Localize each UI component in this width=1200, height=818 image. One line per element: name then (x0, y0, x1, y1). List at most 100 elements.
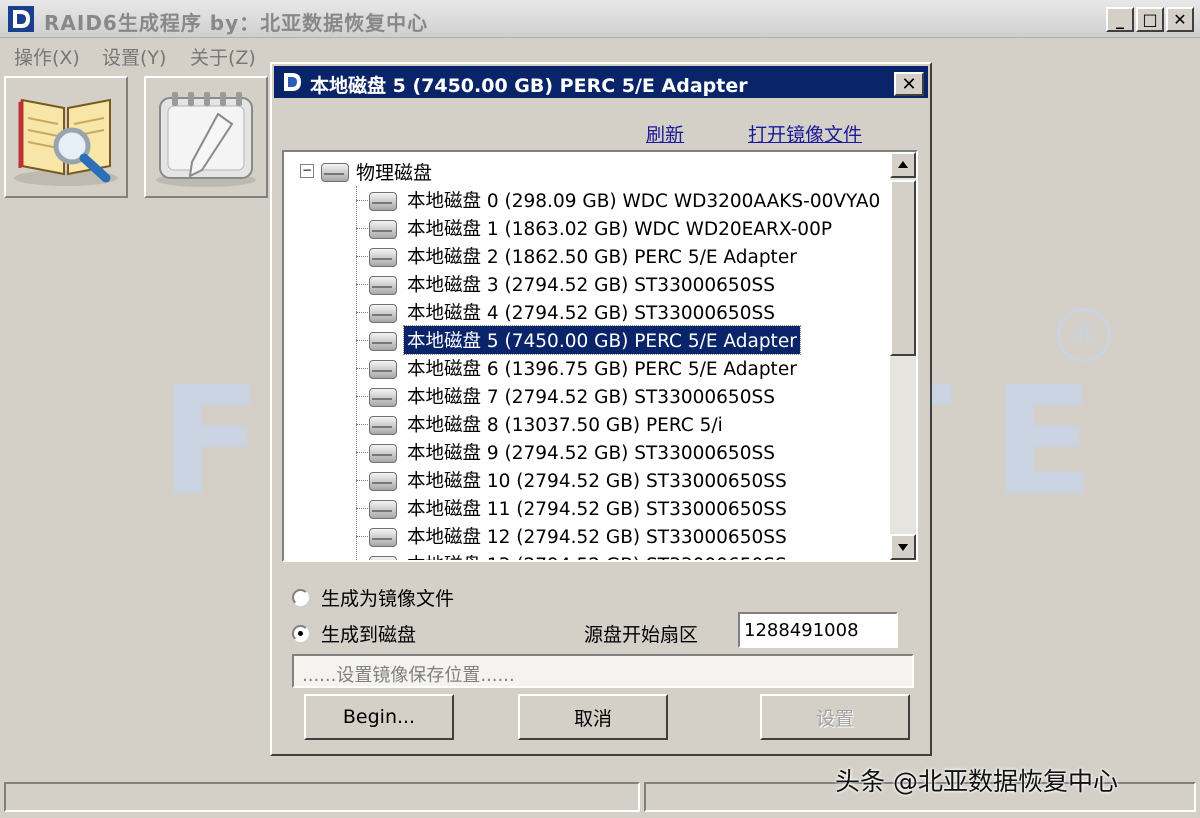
drive-icon (320, 160, 349, 182)
radio-to-disk[interactable] (292, 625, 309, 642)
main-title-bar: RAID6生成程序 by：北亚数据恢复中心 _ □ ✕ (0, 0, 1200, 38)
drive-icon (368, 525, 397, 547)
drive-icon (368, 189, 397, 211)
disk-tree-item-label: 本地磁盘 10 (2794.52 GB) ST33000650SS (407, 471, 787, 492)
disk-tree-item[interactable]: 本地磁盘 7 (2794.52 GB) ST33000650SS (356, 382, 778, 410)
registered-mark: ® (1057, 308, 1111, 362)
option-to-disk-label: 生成到磁盘 (321, 624, 417, 646)
tree-branch-line (356, 535, 368, 537)
option-image-file[interactable]: 生成为镜像文件 (292, 584, 454, 611)
drive-icon (368, 497, 397, 519)
disk-tree-item[interactable]: 本地磁盘 0 (298.09 GB) WDC WD3200AAKS-00VYA0 (356, 186, 883, 214)
source-start-sector-label: 源盘开始扇区 (584, 624, 699, 646)
disk-tree-item[interactable]: 本地磁盘 2 (1862.50 GB) PERC 5/E Adapter (356, 242, 800, 270)
tree-branch-line (356, 423, 368, 425)
refresh-link[interactable]: 刷新 (646, 120, 684, 147)
open-image-file-link[interactable]: 打开镜像文件 (748, 120, 862, 147)
open-book-search-button[interactable] (4, 76, 128, 198)
tree-root-label: 物理磁盘 (356, 161, 433, 184)
tree-branch-line (356, 479, 368, 481)
drive-icon (368, 301, 397, 323)
dialog-title-bar: 本地磁盘 5 (7450.00 GB) PERC 5/E Adapter ✕ (274, 66, 928, 98)
disk-tree-item[interactable]: 本地磁盘 4 (2794.52 GB) ST33000650SS (356, 298, 778, 326)
main-window-title: RAID6生成程序 by：北亚数据恢复中心 (44, 11, 429, 35)
menu-settings[interactable]: 设置(Y) (102, 43, 166, 70)
disk-tree-item-label: 本地磁盘 5 (7450.00 GB) PERC 5/E Adapter (403, 325, 801, 355)
tree-scrollbar[interactable] (890, 152, 916, 560)
arrow-up-icon (898, 161, 908, 168)
arrow-down-icon (898, 544, 908, 551)
disk-tree-item[interactable]: 本地磁盘 6 (1396.75 GB) PERC 5/E Adapter (356, 354, 800, 382)
dialog-logo-icon (280, 70, 304, 94)
drive-icon (368, 273, 397, 295)
notepad-edit-icon (156, 92, 256, 187)
disk-tree-item[interactable]: 本地磁盘 9 (2794.52 GB) ST33000650SS (356, 438, 778, 466)
scroll-up-button[interactable] (890, 152, 916, 178)
disk-tree-item-label: 本地磁盘 7 (2794.52 GB) ST33000650SS (407, 387, 775, 408)
tree-branch-line (356, 311, 368, 313)
disk-tree-item-label: 本地磁盘 9 (2794.52 GB) ST33000650SS (407, 443, 775, 464)
disk-tree-item[interactable]: 本地磁盘 3 (2794.52 GB) ST33000650SS (356, 270, 778, 298)
tree-branch-line (356, 339, 368, 341)
tree-branch-line (356, 227, 368, 229)
notepad-edit-button[interactable] (144, 76, 268, 198)
disk-tree-item[interactable]: 本地磁盘 10 (2794.52 GB) ST33000650SS (356, 466, 790, 494)
option-image-file-label: 生成为镜像文件 (321, 588, 455, 610)
save-location-field[interactable]: ......设置镜像保存位置...... (292, 654, 914, 688)
disk-tree-item-label: 本地磁盘 12 (2794.52 GB) ST33000650SS (407, 527, 787, 548)
disk-tree-item[interactable]: 本地磁盘 11 (2794.52 GB) ST33000650SS (356, 494, 790, 522)
drive-icon (368, 217, 397, 239)
scrollbar-thumb[interactable] (890, 180, 916, 356)
maximize-button[interactable]: □ (1136, 7, 1164, 32)
disk-select-dialog: 本地磁盘 5 (7450.00 GB) PERC 5/E Adapter ✕ 刷… (270, 62, 932, 756)
minimize-button[interactable]: _ (1106, 7, 1134, 32)
drive-icon (368, 413, 397, 435)
disk-tree-item[interactable]: 本地磁盘 8 (13037.50 GB) PERC 5/i (356, 410, 726, 438)
tree-branch-line (356, 367, 368, 369)
disk-tree-item-label: 本地磁盘 3 (2794.52 GB) ST33000650SS (407, 275, 775, 296)
radio-image-file[interactable] (292, 589, 309, 606)
source-start-sector-input[interactable] (738, 612, 898, 648)
dialog-close-button[interactable]: ✕ (894, 72, 924, 96)
disk-tree-item-label: 本地磁盘 1 (1863.02 GB) WDC WD20EARX-00P (407, 219, 832, 240)
settings-button[interactable]: 设置 (760, 694, 910, 740)
status-pane-1 (4, 782, 640, 812)
begin-button[interactable]: Begin... (304, 694, 454, 740)
disk-tree-item-label: 本地磁盘 11 (2794.52 GB) ST33000650SS (407, 499, 787, 520)
tree-branch-line (356, 451, 368, 453)
disk-tree-item[interactable]: 本地磁盘 1 (1863.02 GB) WDC WD20EARX-00P (356, 214, 835, 242)
disk-tree-item[interactable]: 本地磁盘 13 (2794.52 GB) ST33000650SS (356, 550, 790, 560)
drive-icon (368, 441, 397, 463)
menu-about[interactable]: 关于(Z) (190, 43, 256, 70)
open-book-search-icon (14, 98, 118, 186)
disk-tree-item[interactable]: 本地磁盘 5 (7450.00 GB) PERC 5/E Adapter (356, 325, 801, 355)
disk-tree[interactable]: − 物理磁盘 本地磁盘 0 (298.09 GB) WDC WD3200AAKS… (282, 150, 918, 562)
option-to-disk[interactable]: 生成到磁盘 (292, 620, 416, 647)
disk-tree-content: − 物理磁盘 本地磁盘 0 (298.09 GB) WDC WD3200AAKS… (284, 152, 888, 560)
drive-icon (368, 469, 397, 491)
drive-icon (368, 553, 397, 560)
tree-root[interactable]: − 物理磁盘 (300, 158, 432, 184)
app-logo-icon (8, 6, 34, 32)
collapse-icon[interactable]: − (300, 164, 314, 178)
dialog-title: 本地磁盘 5 (7450.00 GB) PERC 5/E Adapter (310, 75, 748, 97)
tree-branch-line (356, 199, 368, 201)
disk-tree-item-label: 本地磁盘 2 (1862.50 GB) PERC 5/E Adapter (407, 247, 797, 268)
drive-icon (368, 385, 397, 407)
scroll-down-button[interactable] (890, 534, 916, 560)
menu-operation[interactable]: 操作(X) (14, 43, 80, 70)
tree-branch-line (356, 507, 368, 509)
source-credit: 头条 @北亚数据恢复中心 (835, 767, 1118, 796)
disk-tree-item-label: 本地磁盘 4 (2794.52 GB) ST33000650SS (407, 303, 775, 324)
tree-branch-line (356, 395, 368, 397)
tree-branch-line (356, 255, 368, 257)
drive-icon (368, 357, 397, 379)
disk-tree-item[interactable]: 本地磁盘 12 (2794.52 GB) ST33000650SS (356, 522, 790, 550)
disk-tree-item-label: 本地磁盘 0 (298.09 GB) WDC WD3200AAKS-00VYA0 (407, 191, 881, 212)
disk-tree-item-label: 本地磁盘 13 (2794.52 GB) ST33000650SS (404, 550, 790, 560)
cancel-button[interactable]: 取消 (518, 694, 668, 740)
disk-tree-item-label: 本地磁盘 6 (1396.75 GB) PERC 5/E Adapter (407, 359, 797, 380)
close-button[interactable]: ✕ (1166, 7, 1194, 32)
drive-icon (368, 245, 397, 267)
tree-branch-line (356, 283, 368, 285)
